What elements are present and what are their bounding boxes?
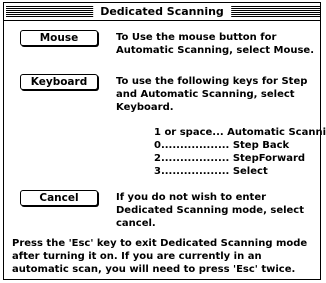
dialog-title: Dedicated Scanning [93,3,231,20]
key-mapping-list: 1 or space... Automatic Scanning 0......… [154,126,326,178]
key-mapping-step-back: 0.................. Step Back [154,140,290,151]
mouse-description: To Use the mouse button for Automatic Sc… [116,32,315,56]
key-mapping-automatic: 1 or space... Automatic Scanning [154,127,326,138]
key-mapping-step-forward: 2.................. StepForward [154,153,306,164]
title-bar[interactable]: Dedicated Scanning [4,3,320,21]
cancel-button[interactable]: Cancel [20,190,98,206]
cancel-description: If you do not wish to enter Dedicated Sc… [116,192,305,229]
keyboard-button[interactable]: Keyboard [20,74,98,90]
key-mapping-select: 3.................. Select [154,166,268,177]
esc-instructions: Press the 'Esc' key to exit Dedicated Sc… [12,238,308,275]
keyboard-description: To use the following keys for Step and A… [116,76,308,113]
dedicated-scanning-dialog: Dedicated Scanning Mouse To Use the mous… [3,2,326,280]
mouse-button[interactable]: Mouse [20,30,98,46]
